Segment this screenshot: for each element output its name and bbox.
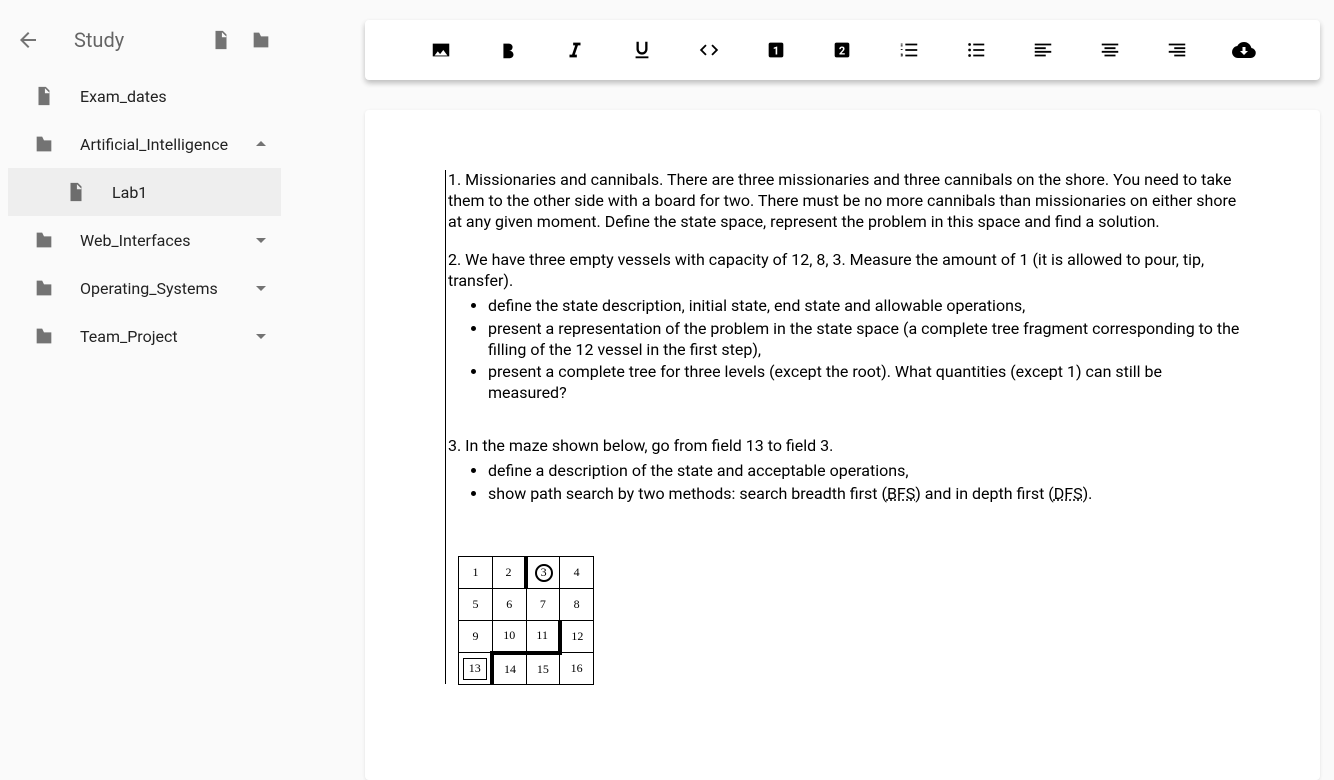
- folder-icon: [33, 277, 55, 299]
- folder-icon: [33, 133, 55, 155]
- file-icon: [210, 29, 232, 51]
- tree-item-team-project[interactable]: Team_Project: [0, 312, 289, 360]
- dfs-term: DFS: [1054, 484, 1083, 503]
- tree-item-exam-dates[interactable]: Exam_dates: [0, 72, 289, 120]
- heading1-button[interactable]: 1: [760, 34, 792, 66]
- chevron-down-icon: [249, 324, 273, 348]
- italic-button[interactable]: [559, 34, 591, 66]
- list-item[interactable]: define the state description, initial st…: [488, 296, 1240, 317]
- maze-cell: 6: [492, 589, 526, 621]
- maze-figure: 1 2 3 4 5 6 7 8 9 10 11: [458, 556, 594, 684]
- maze-cell: 11: [526, 621, 560, 653]
- bfs-term: BFS: [887, 484, 915, 503]
- maze-cell: 14: [492, 653, 526, 685]
- tree-item-label: Web_Interfaces: [80, 231, 249, 250]
- expand-button[interactable]: [249, 228, 273, 252]
- maze-cell: 4: [560, 557, 594, 589]
- arrow-left-icon: [16, 28, 40, 52]
- ordered-list-icon: [898, 39, 920, 61]
- align-center-icon: [1099, 39, 1121, 61]
- document-content[interactable]: 1. Missionaries and cannibals. There are…: [445, 170, 1240, 684]
- svg-text:2: 2: [839, 45, 845, 58]
- list-item[interactable]: define a description of the state and ac…: [488, 461, 1240, 482]
- maze-cell-goal: 3: [526, 557, 560, 589]
- new-file-button[interactable]: [201, 20, 241, 60]
- tree-item-label: Exam_dates: [80, 87, 273, 106]
- tree-item-label: Artificial_Intelligence: [80, 135, 249, 154]
- list-item[interactable]: present a representation of the problem …: [488, 319, 1240, 361]
- editor-toolbar: 1 2: [365, 20, 1320, 80]
- maze-cell: 2: [492, 557, 526, 589]
- underline-button[interactable]: [626, 34, 658, 66]
- file-tree: Exam_dates Artificial_Intelligence Lab1 …: [0, 64, 289, 360]
- underline-icon: [631, 39, 653, 61]
- code-icon: [698, 39, 720, 61]
- maze-cell: 1: [459, 557, 493, 589]
- back-button[interactable]: [8, 20, 48, 60]
- insert-image-button[interactable]: [425, 34, 457, 66]
- image-icon: [430, 39, 452, 61]
- download-button[interactable]: [1228, 34, 1260, 66]
- sidebar-header: Study: [0, 16, 289, 64]
- maze-cell-start: 13: [459, 653, 493, 685]
- maze-cell: 12: [560, 621, 594, 653]
- svg-text:1: 1: [772, 45, 778, 58]
- maze-cell: 15: [526, 653, 560, 685]
- editor-pane[interactable]: 1. Missionaries and cannibals. There are…: [365, 110, 1320, 780]
- file-icon: [65, 181, 87, 203]
- tree-item-label: Team_Project: [80, 327, 249, 346]
- align-center-button[interactable]: [1094, 34, 1126, 66]
- tree-item-artificial-intelligence[interactable]: Artificial_Intelligence: [0, 120, 289, 168]
- new-folder-button[interactable]: [241, 20, 281, 60]
- download-cloud-icon: [1232, 38, 1256, 62]
- align-left-icon: [1032, 39, 1054, 61]
- maze-cell: 8: [560, 589, 594, 621]
- italic-icon: [564, 39, 586, 61]
- code-button[interactable]: [693, 34, 725, 66]
- list-3[interactable]: define a description of the state and ac…: [448, 461, 1240, 505]
- paragraph-1[interactable]: 1. Missionaries and cannibals. There are…: [448, 170, 1240, 232]
- tree-item-operating-systems[interactable]: Operating_Systems: [0, 264, 289, 312]
- chevron-up-icon: [249, 132, 273, 156]
- chevron-down-icon: [249, 276, 273, 300]
- align-right-icon: [1166, 39, 1188, 61]
- maze-cell: 9: [459, 621, 493, 653]
- maze-cell: 5: [459, 589, 493, 621]
- sidebar-title: Study: [48, 28, 201, 52]
- maze-cell: 16: [560, 653, 594, 685]
- maze-cell: 7: [526, 589, 560, 621]
- folder-icon: [33, 229, 55, 251]
- paragraph-2[interactable]: 2. We have three empty vessels with capa…: [448, 250, 1240, 292]
- expand-button[interactable]: [249, 324, 273, 348]
- align-right-button[interactable]: [1161, 34, 1193, 66]
- list-item[interactable]: present a complete tree for three levels…: [488, 362, 1240, 404]
- bold-button[interactable]: [492, 34, 524, 66]
- h1-icon: 1: [765, 39, 787, 61]
- align-left-button[interactable]: [1027, 34, 1059, 66]
- folder-icon: [33, 325, 55, 347]
- file-icon: [33, 85, 55, 107]
- h2-icon: 2: [831, 39, 853, 61]
- tree-item-web-interfaces[interactable]: Web_Interfaces: [0, 216, 289, 264]
- unordered-list-button[interactable]: [960, 34, 992, 66]
- tree-item-label: Lab1: [112, 183, 265, 202]
- unordered-list-icon: [965, 39, 987, 61]
- list-item[interactable]: show path search by two methods: search …: [488, 484, 1240, 505]
- sidebar: Study Exam_dates Artificial_Intelligence…: [0, 0, 289, 780]
- list-2[interactable]: define the state description, initial st…: [448, 296, 1240, 404]
- ordered-list-button[interactable]: [893, 34, 925, 66]
- folder-icon: [250, 29, 272, 51]
- tree-item-label: Operating_Systems: [80, 279, 249, 298]
- tree-item-lab1[interactable]: Lab1: [8, 168, 281, 216]
- heading2-button[interactable]: 2: [826, 34, 858, 66]
- bold-icon: [497, 39, 519, 61]
- paragraph-3[interactable]: 3. In the maze shown below, go from fiel…: [448, 436, 1240, 457]
- expand-button[interactable]: [249, 276, 273, 300]
- collapse-button[interactable]: [249, 132, 273, 156]
- chevron-down-icon: [249, 228, 273, 252]
- maze-cell: 10: [492, 621, 526, 653]
- main-area: 1 2 1. Missionaries and cannibals. There…: [289, 0, 1334, 780]
